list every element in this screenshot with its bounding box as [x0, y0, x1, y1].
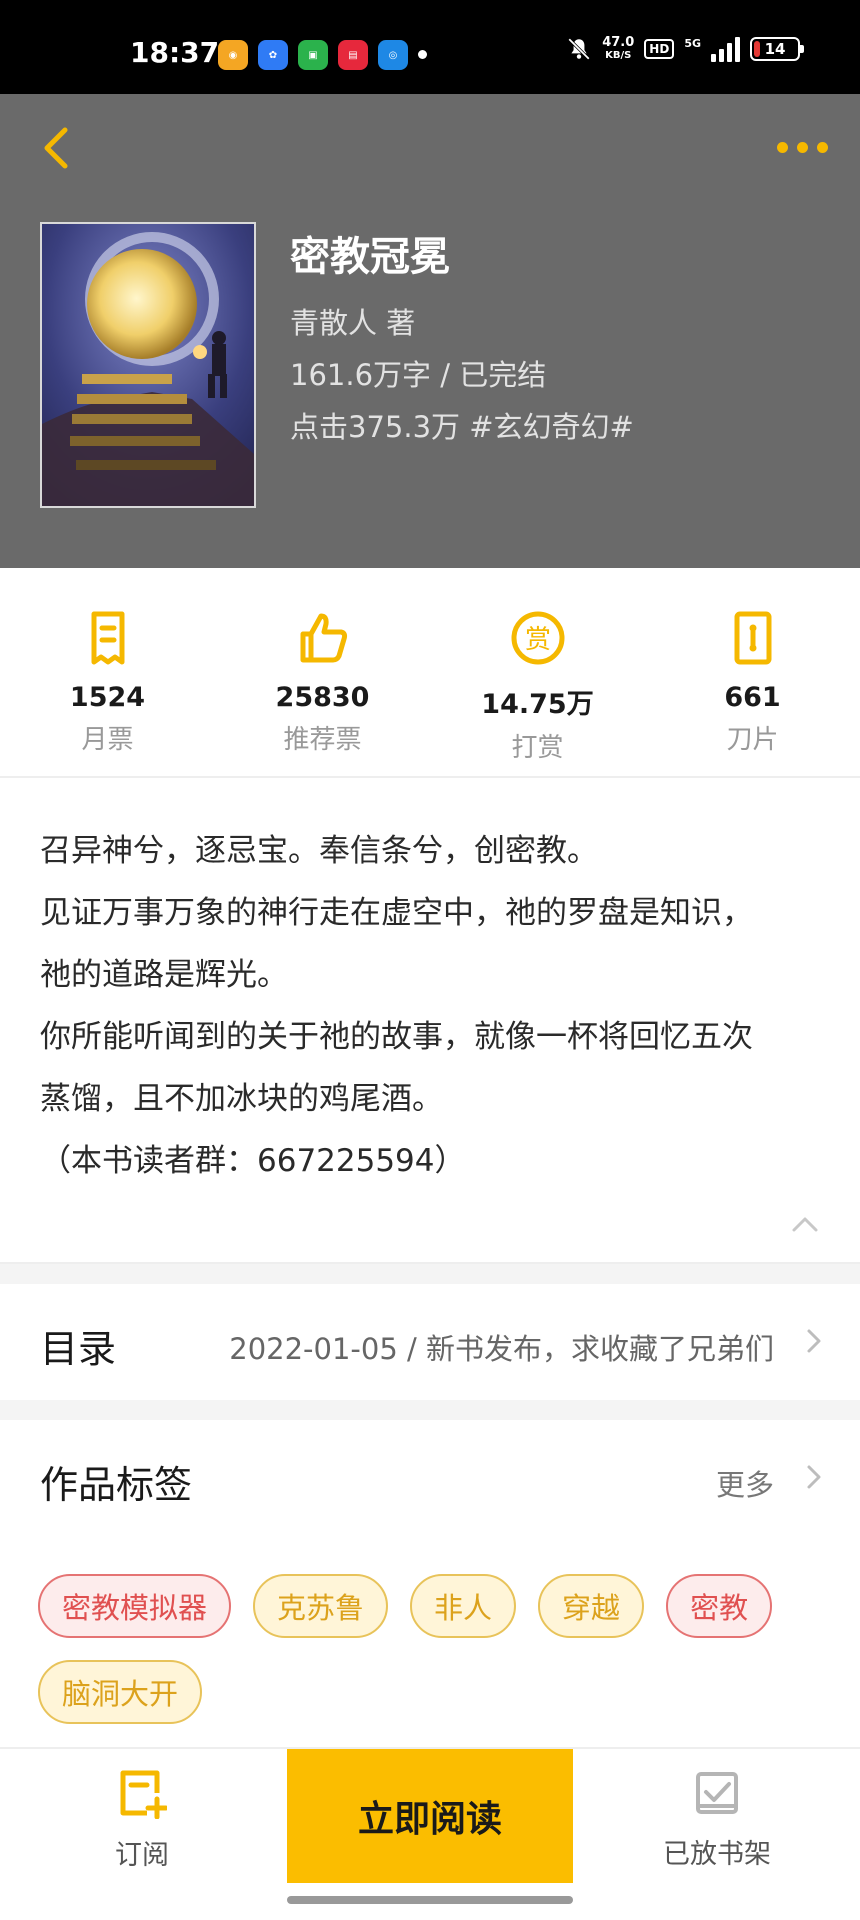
on-shelf-button[interactable]: 已放书架 — [617, 1749, 817, 1889]
stat-value: 14.75万 — [481, 689, 594, 720]
back-button[interactable] — [30, 120, 80, 176]
battery-level: 14 — [764, 40, 786, 58]
home-indicator[interactable] — [287, 1896, 573, 1904]
shelf-check-icon — [696, 1771, 738, 1814]
tag-chip[interactable]: 密教模拟器 — [38, 1574, 232, 1638]
back-arrow-icon — [44, 127, 68, 169]
tag-chip[interactable]: 非人 — [410, 1574, 517, 1638]
stat-recommend[interactable]: 25830 推荐票 — [215, 568, 430, 776]
book-clicks-genre: 点击375.3万 #玄幻奇幻# — [290, 410, 634, 444]
chevron-right-icon[interactable] — [804, 1462, 824, 1492]
weibo-icon: ◉ — [218, 40, 248, 70]
monthly-ticket-icon — [91, 611, 124, 665]
signal-icon — [711, 36, 740, 62]
tag-chip[interactable]: 克苏鲁 — [253, 1574, 389, 1638]
notification-icons: ◉ ✿ ▣ ▤ ◎ — [218, 40, 427, 70]
stat-monthly-ticket[interactable]: 1524 月票 — [0, 568, 215, 776]
thumbs-up-icon — [300, 613, 347, 663]
stat-label: 刀片 — [726, 725, 779, 755]
stat-value: 25830 — [275, 682, 370, 713]
more-dots-icon — [776, 141, 788, 153]
network-speed: 47.0 KB/S — [602, 35, 635, 61]
on-shelf-label: 已放书架 — [663, 1838, 771, 1870]
stat-label: 月票 — [81, 725, 134, 755]
collapse-chevron-icon[interactable] — [790, 1212, 820, 1236]
browser-icon: ◎ — [378, 40, 408, 70]
status-time: 18:37 — [130, 36, 220, 69]
synopsis-line: 你所能听闻到的关于祂的故事，就像一杯将回忆五次 — [40, 1019, 753, 1055]
stat-label: 推荐票 — [283, 725, 362, 755]
synopsis-line: 见证万事万象的神行走在虚空中，祂的罗盘是知识， — [40, 895, 753, 931]
catalog-latest-update: 2022-01-05 / 新书发布，求收藏了兄弟们 — [229, 1332, 774, 1366]
book-stats: 1524 月票 25830 推荐票 赏 14.75万 打赏 661 刀片 — [0, 568, 860, 778]
stat-reward[interactable]: 赏 14.75万 打赏 — [430, 568, 645, 776]
xiaohongshu-icon: ▤ — [338, 40, 368, 70]
tag-chip[interactable]: 穿越 — [538, 1574, 645, 1638]
tags-more-link[interactable]: 更多 — [716, 1462, 774, 1504]
stat-blade[interactable]: 661 刀片 — [645, 568, 860, 776]
more-options-button[interactable] — [772, 124, 832, 170]
battery-icon: 14 — [750, 37, 804, 61]
subscribe-icon — [120, 1770, 167, 1819]
read-now-button[interactable]: 立即阅读 — [287, 1749, 573, 1883]
tag-chip[interactable]: 脑洞大开 — [38, 1660, 203, 1724]
blade-icon — [734, 611, 771, 665]
stat-value: 1524 — [69, 682, 146, 713]
mute-icon — [568, 38, 591, 60]
chevron-right-icon — [807, 1329, 821, 1353]
tag-list: 密教模拟器 克苏鲁 非人 穿越 密教 脑洞大开 — [38, 1574, 838, 1724]
tags-title: 作品标签 — [40, 1463, 193, 1507]
baidu-icon: ✿ — [258, 40, 288, 70]
tag-chip[interactable]: 密教 — [666, 1574, 773, 1638]
book-synopsis[interactable]: 召异神兮，逐忌宝。奉信条兮，创密教。 见证万事万象的神行走在虚空中，祂的罗盘是知… — [40, 820, 830, 1192]
synopsis-line: （本书读者群：667225594） — [40, 1143, 466, 1179]
stat-value: 661 — [724, 682, 781, 713]
network-type: 5G — [684, 36, 701, 50]
synopsis-line: 召异神兮，逐忌宝。奉信条兮，创密教。 — [40, 833, 598, 869]
book-cover-image — [42, 224, 254, 506]
divider — [0, 1262, 860, 1284]
hd-icon: HD — [644, 39, 675, 59]
reward-coin-icon: 赏 — [511, 611, 564, 665]
tags-section: 作品标签 更多 密教模拟器 克苏鲁 非人 穿越 密教 脑洞大开 — [0, 1420, 860, 1750]
status-bar: 18:37 ◉ ✿ ▣ ▤ ◎ 47.0 KB/S HD 5G 14 — [0, 0, 860, 94]
synopsis-line: 蒸馏，且不加冰块的鸡尾酒。 — [40, 1081, 443, 1117]
svg-text:赏: 赏 — [524, 625, 550, 655]
bottom-action-bar: 订阅 立即阅读 已放书架 — [0, 1747, 860, 1920]
divider — [0, 1400, 860, 1420]
book-title: 密教冠冕 — [290, 234, 450, 280]
book-author[interactable]: 青散人 著 — [290, 300, 415, 342]
more-notifications-icon — [418, 50, 427, 59]
book-header: 密教冠冕 青散人 著 161.6万字 / 已完结 点击375.3万 #玄幻奇幻# — [0, 94, 860, 568]
book-word-count: 161.6万字 / 已完结 — [290, 358, 547, 392]
book-cover[interactable] — [40, 222, 256, 508]
synopsis-line: 祂的道路是辉光。 — [40, 957, 288, 993]
green-app-icon: ▣ — [298, 40, 328, 70]
stat-label: 打赏 — [511, 733, 564, 763]
subscribe-button[interactable]: 订阅 — [42, 1749, 242, 1889]
subscribe-label: 订阅 — [115, 1839, 169, 1871]
catalog-row[interactable]: 目录 2022-01-05 / 新书发布，求收藏了兄弟们 — [0, 1284, 860, 1400]
catalog-title: 目录 — [40, 1327, 117, 1371]
